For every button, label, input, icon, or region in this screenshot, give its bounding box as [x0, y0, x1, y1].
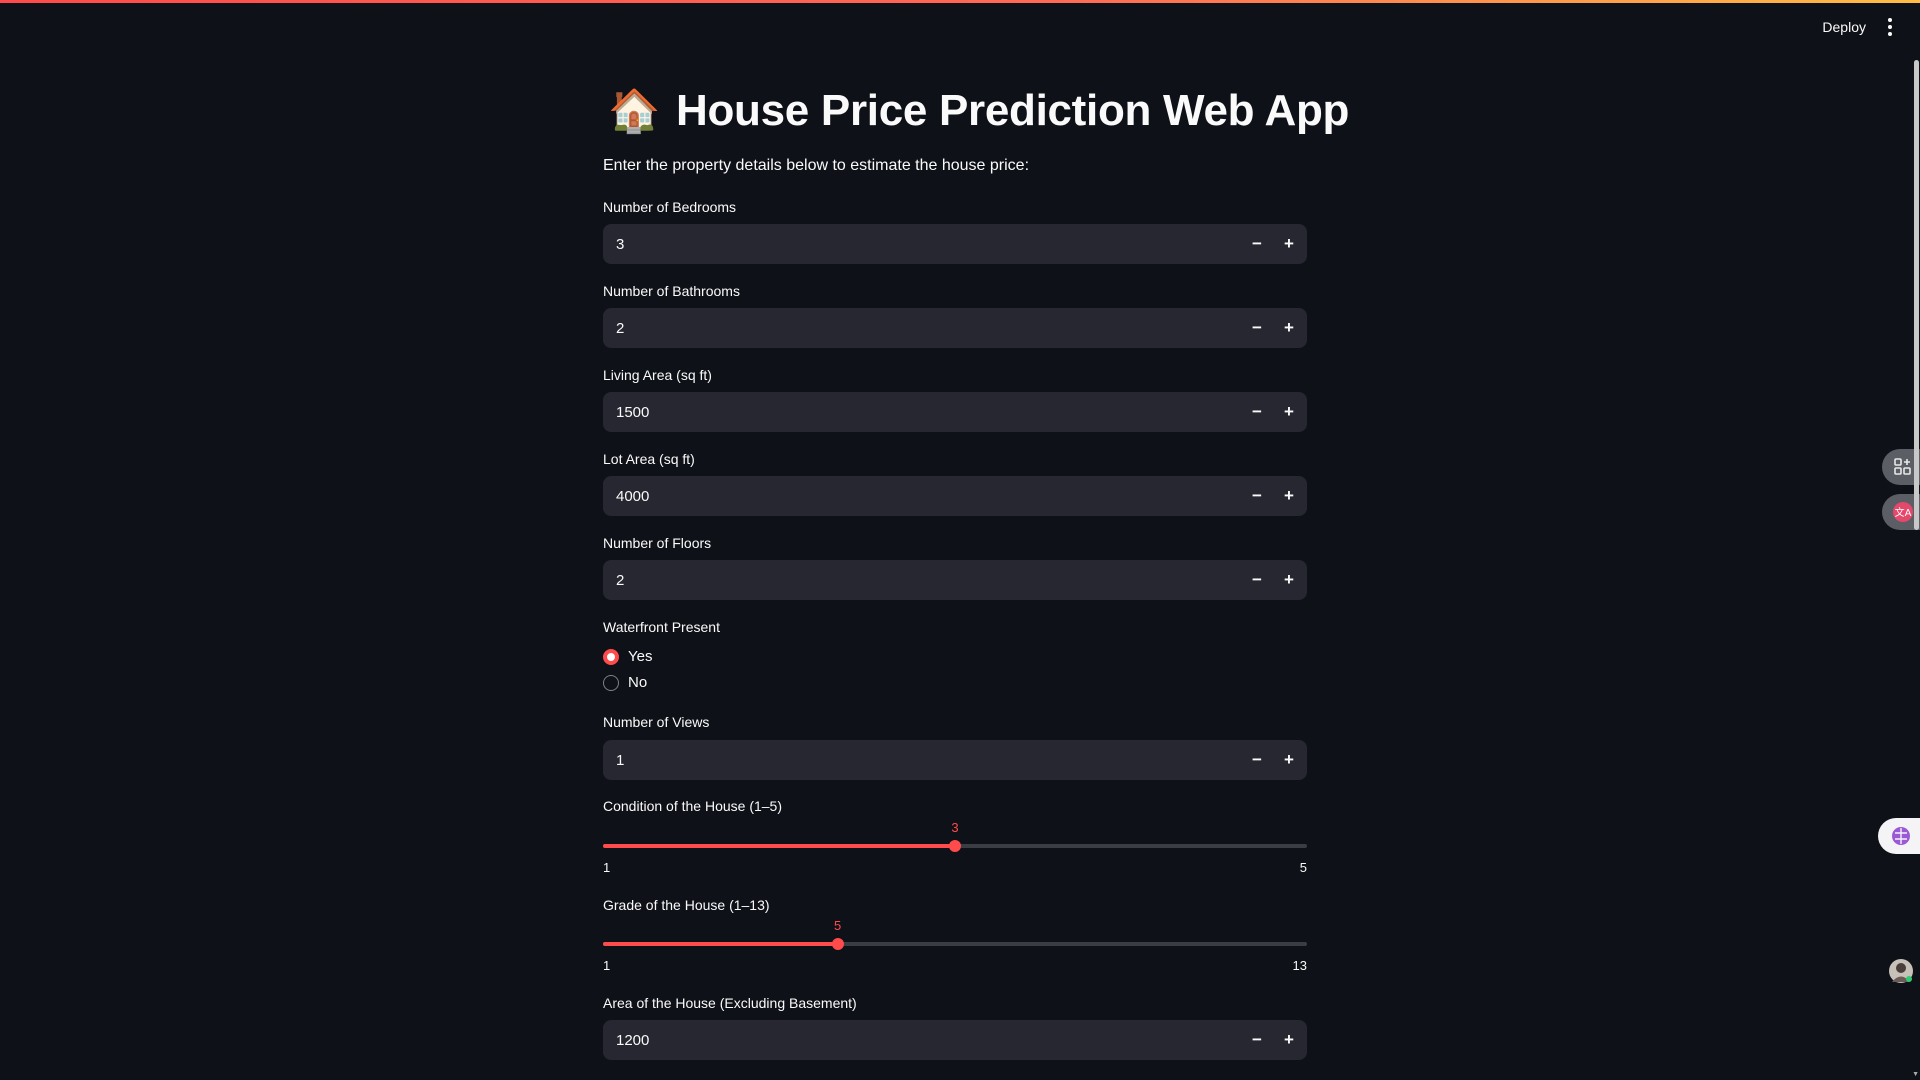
slider-max-label: 5: [1299, 860, 1307, 875]
floors-decrement-button[interactable]: −: [1241, 560, 1273, 600]
area-excl-basement-label: Area of the House (Excluding Basement): [603, 995, 857, 1011]
bedrooms-label: Number of Bedrooms: [603, 199, 737, 215]
lot-area-label: Lot Area (sq ft): [603, 451, 695, 467]
deploy-button[interactable]: Deploy: [1822, 19, 1866, 35]
house-icon: 🏠: [608, 87, 660, 134]
page-subtitle: Enter the property details below to esti…: [603, 157, 1030, 174]
translate-icon: 文A: [1893, 502, 1913, 522]
bathrooms-input: 2 − +: [603, 308, 1307, 348]
views-input: 1 − +: [603, 740, 1307, 780]
scroll-down-arrow-icon[interactable]: ▼: [1912, 1071, 1919, 1078]
bedrooms-input: 3 − +: [603, 224, 1307, 264]
page-title-text: House Price Prediction Web App: [676, 86, 1350, 135]
slider-current-value: 3: [951, 820, 959, 835]
area-excl-basement-value[interactable]: 1200: [603, 1032, 1241, 1049]
slider-fill: [603, 942, 838, 946]
lot-area-increment-button[interactable]: +: [1273, 476, 1305, 516]
waterfront-option-yes[interactable]: Yes: [603, 648, 652, 665]
area-excl-basement-increment-button[interactable]: +: [1273, 1020, 1305, 1060]
waterfront-label: Waterfront Present: [603, 619, 720, 635]
radio-selected-icon[interactable]: [603, 648, 619, 665]
top-decoration-bar: [0, 0, 1920, 3]
views-increment-button[interactable]: +: [1273, 740, 1305, 780]
condition-label: Condition of the House (1–5): [603, 798, 782, 814]
lot-area-input: 4000 − +: [603, 476, 1307, 516]
waterfront-option-yes-label: Yes: [628, 648, 653, 665]
avatar-icon: [1889, 959, 1913, 983]
area-excl-basement-input: 1200 − +: [603, 1020, 1307, 1060]
grid-add-icon: [1894, 458, 1911, 475]
radio-unselected-icon[interactable]: [603, 674, 619, 691]
living-area-increment-button[interactable]: +: [1273, 392, 1305, 432]
living-area-input: 1500 − +: [603, 392, 1307, 432]
bathrooms-label: Number of Bathrooms: [603, 283, 740, 299]
bedrooms-decrement-button[interactable]: −: [1241, 224, 1273, 264]
views-label: Number of Views: [603, 714, 710, 730]
svg-text:文A: 文A: [1895, 506, 1912, 519]
scrollbar-thumb[interactable]: [1914, 60, 1919, 530]
page-scrollbar[interactable]: [1912, 60, 1920, 1070]
floors-label: Number of Floors: [603, 535, 712, 551]
living-area-value[interactable]: 1500: [603, 404, 1241, 421]
slider-min-label: 1: [603, 860, 611, 875]
bedrooms-increment-button[interactable]: +: [1273, 224, 1305, 264]
waterfront-option-no-label: No: [628, 674, 648, 691]
slider-min-label: 1: [603, 958, 611, 973]
grade-label: Grade of the House (1–13): [603, 897, 770, 913]
condition-slider[interactable]: 3 1 5: [603, 814, 1307, 875]
slider-max-label: 13: [1292, 958, 1307, 973]
slider-thumb[interactable]: [831, 938, 844, 950]
floors-value[interactable]: 2: [603, 572, 1241, 589]
bedrooms-value[interactable]: 3: [603, 236, 1241, 253]
waterfront-option-no[interactable]: No: [603, 674, 647, 691]
lot-area-value[interactable]: 4000: [603, 488, 1241, 505]
floors-input: 2 − +: [603, 560, 1307, 600]
bathrooms-value[interactable]: 2: [603, 320, 1241, 337]
bathrooms-decrement-button[interactable]: −: [1241, 308, 1273, 348]
living-area-decrement-button[interactable]: −: [1241, 392, 1273, 432]
lot-area-decrement-button[interactable]: −: [1241, 476, 1273, 516]
views-value[interactable]: 1: [603, 752, 1241, 769]
page-title: 🏠 House Price Prediction Web App: [608, 86, 1349, 136]
slider-thumb[interactable]: [949, 840, 961, 852]
grade-slider[interactable]: 5 1 13: [603, 912, 1307, 973]
bathrooms-increment-button[interactable]: +: [1273, 308, 1305, 348]
slider-fill: [603, 844, 955, 848]
views-decrement-button[interactable]: −: [1241, 740, 1273, 780]
brain-icon: [1892, 827, 1910, 845]
floors-increment-button[interactable]: +: [1273, 560, 1305, 600]
area-excl-basement-decrement-button[interactable]: −: [1241, 1020, 1273, 1060]
living-area-label: Living Area (sq ft): [603, 367, 712, 383]
kebab-vertical-icon[interactable]: [1888, 18, 1892, 36]
slider-current-value: 5: [834, 918, 842, 933]
header-toolbar: Deploy: [1822, 18, 1892, 36]
